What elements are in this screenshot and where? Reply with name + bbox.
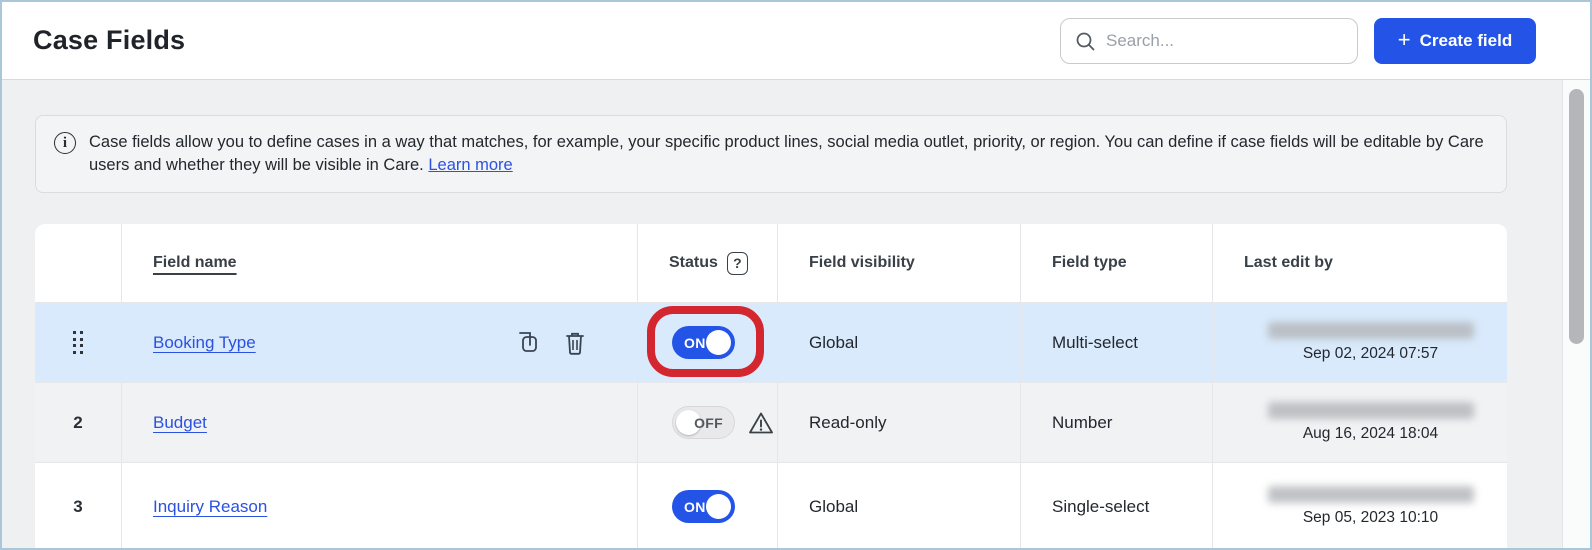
scrollbar-thumb[interactable] [1569,89,1584,344]
field-link-inquiry-reason[interactable]: Inquiry Reason [153,497,267,517]
search-input[interactable] [1106,31,1343,51]
type-value: Number [1052,413,1112,433]
table-row-booking-type: Booking Type [35,302,1507,382]
row-3-number-cell: 3 [35,463,122,550]
header-row-number [35,224,122,302]
info-icon: i [54,132,76,154]
trash-icon [563,330,587,356]
copy-icon [516,330,540,356]
header-field-name[interactable]: Field name [122,224,638,302]
row-1-drag-cell [35,303,122,382]
row-1-status-cell: ON [638,303,778,382]
row-3-field-name-cell: Inquiry Reason [122,463,638,550]
redacted-user-name [1268,486,1474,503]
search-input-container[interactable] [1060,18,1358,64]
copy-button[interactable] [516,330,540,356]
header-field-type-label: Field type [1052,254,1127,272]
row-2-status-cell: OFF [638,383,778,462]
visibility-value: Global [809,333,858,353]
last-edit-date: Aug 16, 2024 18:04 [1303,425,1438,443]
toggle-label: ON [684,335,706,351]
row-3-type-cell: Single-select [1021,463,1213,550]
row-3-visibility-cell: Global [778,463,1021,550]
warning-icon [747,410,775,436]
row-1-visibility-cell: Global [778,303,1021,382]
redacted-user-name [1268,322,1474,339]
status-toggle-on[interactable]: ON [672,326,735,359]
last-edit-date: Sep 02, 2024 07:57 [1303,345,1438,363]
status-toggle-off[interactable]: OFF [672,406,735,439]
row-1-type-cell: Multi-select [1021,303,1213,382]
header-field-name-label: Field name [153,254,237,272]
page-title: Case Fields [33,25,185,56]
header-status-label: Status [669,254,718,272]
info-banner: i Case fields allow you to define cases … [35,115,1507,193]
row-number: 2 [73,413,82,433]
header-field-type: Field type [1021,224,1213,302]
header-field-visibility-label: Field visibility [809,254,915,272]
visibility-value: Global [809,497,858,517]
table-row-inquiry-reason: 3 Inquiry Reason ON Global Single-select [35,462,1507,550]
help-icon[interactable]: ? [727,252,748,275]
toggle-label: OFF [694,415,723,431]
status-toggle-on[interactable]: ON [672,490,735,523]
page-header: Case Fields + Create field [2,2,1590,80]
row-2-field-name-cell: Budget [122,383,638,462]
type-value: Single-select [1052,497,1149,517]
header-status: Status ? [638,224,778,302]
header-last-edit-by-label: Last edit by [1244,254,1333,272]
row-3-last-edit-cell: Sep 05, 2023 10:10 [1213,463,1507,550]
row-2-last-edit-cell: Aug 16, 2024 18:04 [1213,383,1507,462]
app-window: Case Fields + Create field i Case fields… [0,0,1592,550]
delete-button[interactable] [563,330,587,356]
toggle-knob [706,330,731,355]
case-fields-table: Field name Status ? Field visibility Fie… [35,224,1507,550]
row-1-field-name-cell: Booking Type [122,303,638,382]
plus-icon: + [1398,29,1411,51]
last-edit-date: Sep 05, 2023 10:10 [1303,509,1438,527]
toggle-knob [706,494,731,519]
type-value: Multi-select [1052,333,1138,353]
toggle-label: ON [684,499,706,515]
row-1-last-edit-cell: Sep 02, 2024 07:57 [1213,303,1507,382]
row-number: 3 [73,497,82,517]
field-link-budget[interactable]: Budget [153,413,207,433]
learn-more-link[interactable]: Learn more [428,156,512,174]
header-last-edit-by: Last edit by [1213,224,1507,302]
create-field-button[interactable]: + Create field [1374,18,1536,64]
create-field-label: Create field [1420,31,1513,51]
header-field-visibility: Field visibility [778,224,1021,302]
drag-handle-icon[interactable] [73,331,83,354]
table-header-row: Field name Status ? Field visibility Fie… [35,224,1507,302]
redacted-user-name [1268,402,1474,419]
row-1-actions [516,330,627,356]
row-2-visibility-cell: Read-only [778,383,1021,462]
row-2-number-cell: 2 [35,383,122,462]
row-3-status-cell: ON [638,463,778,550]
table-row-budget: 2 Budget OFF [35,382,1507,462]
visibility-value: Read-only [809,413,887,433]
field-link-booking-type[interactable]: Booking Type [153,333,256,353]
row-2-type-cell: Number [1021,383,1213,462]
search-icon [1075,31,1096,52]
info-banner-text: Case fields allow you to define cases in… [89,131,1484,177]
scrollbar-track[interactable] [1562,80,1590,548]
info-banner-body: Case fields allow you to define cases in… [89,133,1484,174]
